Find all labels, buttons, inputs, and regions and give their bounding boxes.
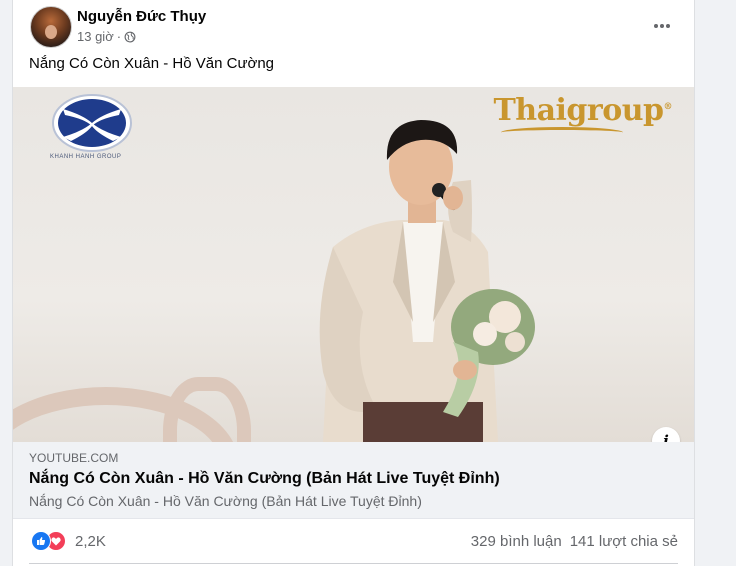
comment-count[interactable]: 329 bình luận: [471, 533, 562, 550]
link-preview[interactable]: YOUTUBE.COM Nắng Có Còn Xuân - Hồ Văn Cư…: [13, 442, 694, 519]
khanh-hanh-logo-text: KHANH HANH GROUP: [50, 154, 122, 160]
reaction-count[interactable]: 2,2K: [75, 533, 106, 550]
post-meta: 13 giờ ·: [77, 29, 136, 44]
feed-post: Nguyễn Đức Thụy 13 giờ · Nắng Có Còn Xuâ…: [12, 0, 695, 566]
post-stats: 2,2K 329 bình luận 141 lượt chia sẻ: [13, 519, 694, 563]
more-dots-icon: [654, 24, 670, 28]
share-count[interactable]: 141 lượt chia sẻ: [570, 533, 678, 550]
globe-icon[interactable]: [124, 31, 136, 43]
registered-mark: ®: [663, 102, 673, 112]
like-icon: [31, 531, 51, 551]
link-description: Nắng Có Còn Xuân - Hồ Văn Cường (Bản Hát…: [29, 493, 422, 509]
khanh-hanh-logo: [52, 94, 132, 152]
engagement-counts: 329 bình luận 141 lượt chia sẻ: [471, 533, 678, 550]
avatar-face: [45, 25, 57, 39]
more-options-button[interactable]: [648, 12, 676, 40]
singer-figure: [319, 120, 535, 442]
post-caption: Nắng Có Còn Xuân - Hồ Văn Cường: [29, 55, 275, 72]
link-title[interactable]: Nắng Có Còn Xuân - Hồ Văn Cường (Bản Hát…: [29, 470, 500, 488]
post-time[interactable]: 13 giờ: [77, 29, 114, 44]
reaction-icons[interactable]: [31, 531, 71, 551]
author-name[interactable]: Nguyễn Đức Thụy: [77, 8, 206, 25]
post-header: Nguyễn Đức Thụy 13 giờ ·: [13, 0, 694, 52]
action-divider: [29, 563, 678, 564]
video-thumbnail[interactable]: KHANH HANH GROUP Thaigroup®: [13, 87, 694, 442]
link-domain: YOUTUBE.COM: [29, 451, 119, 465]
avatar[interactable]: [30, 6, 72, 48]
meta-separator: ·: [116, 29, 122, 44]
